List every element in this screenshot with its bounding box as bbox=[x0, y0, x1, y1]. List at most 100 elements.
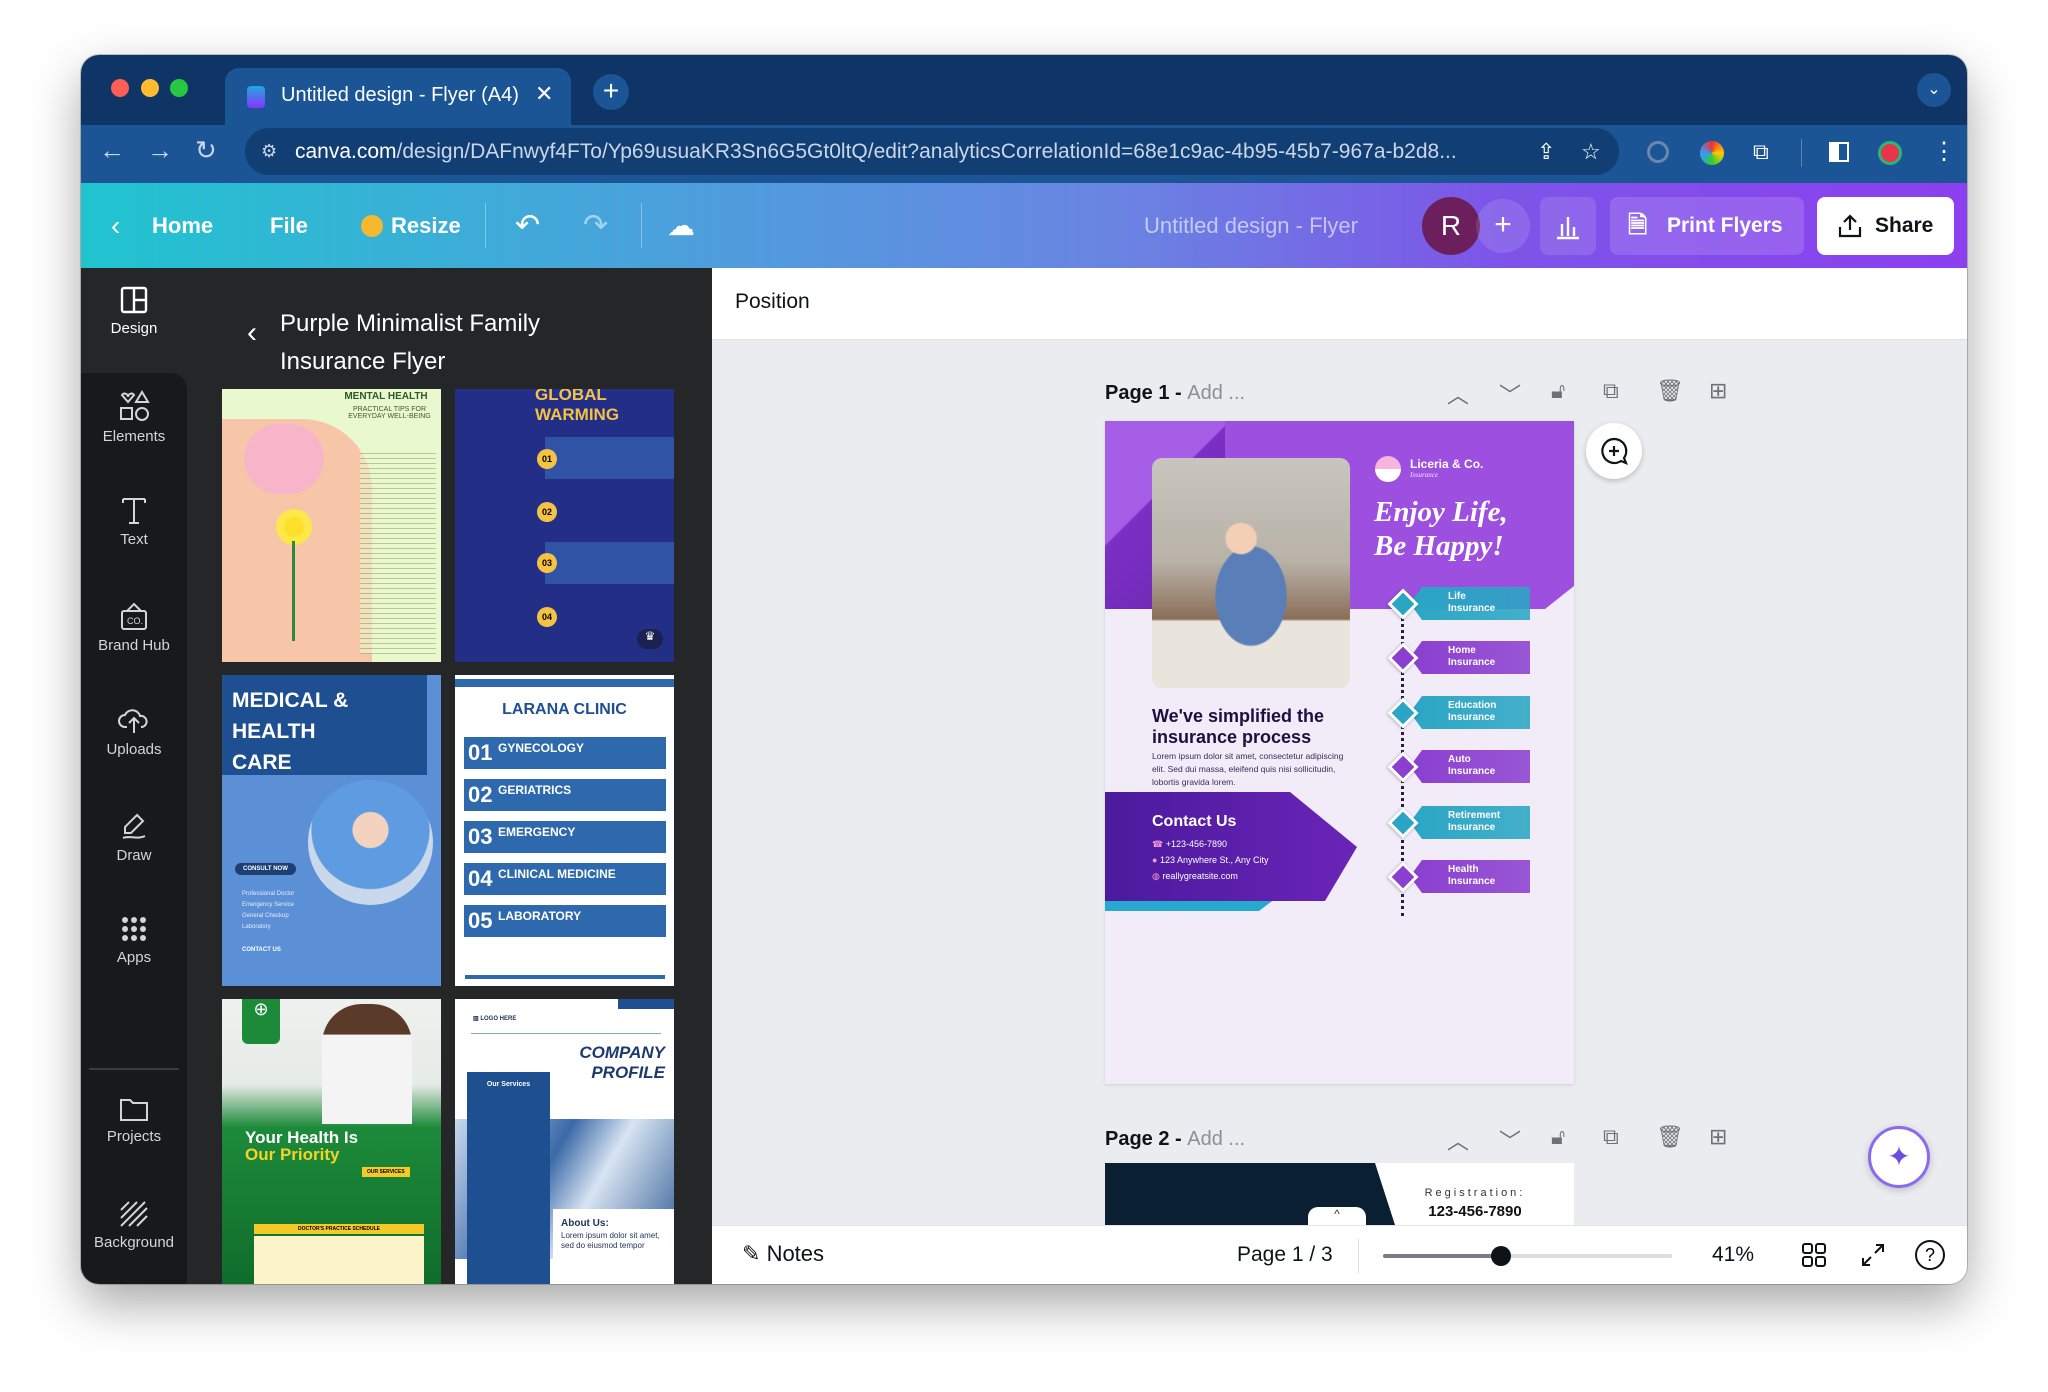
insurance-label: Insurance bbox=[1448, 766, 1496, 777]
lock-page-icon[interactable]: 🔓︎ bbox=[1551, 378, 1565, 404]
user-avatar[interactable]: R bbox=[1422, 197, 1480, 255]
contact-address: 123 Anywhere St., Any City bbox=[1159, 855, 1269, 865]
file-menu-button[interactable]: File bbox=[270, 183, 308, 268]
back-icon[interactable]: ← bbox=[99, 135, 125, 166]
close-tab-icon[interactable]: ✕ bbox=[535, 81, 553, 107]
insurance-item: Education Insurance bbox=[1410, 696, 1530, 729]
move-page-up-icon[interactable]: ︿ bbox=[1447, 1124, 1469, 1156]
insurance-label: Home bbox=[1448, 645, 1476, 656]
rail-item-elements[interactable]: Elements bbox=[81, 372, 187, 472]
fullscreen-icon[interactable] bbox=[1860, 1242, 1886, 1273]
move-page-up-icon[interactable]: ︿ bbox=[1447, 378, 1469, 410]
template-thumbnail-larana-clinic[interactable]: LARANA CLINIC 01 GYNECOLOGY 02 GERIATRICS 03… bbox=[455, 675, 674, 986]
tab-search-chevron-icon[interactable]: ⌄ bbox=[1917, 73, 1951, 107]
back-chevron-icon[interactable]: ‹ bbox=[111, 183, 120, 268]
share-page-icon[interactable]: ⇪ bbox=[1537, 128, 1555, 175]
print-flyers-button[interactable]: 🗎 Print Flyers bbox=[1610, 197, 1804, 255]
rail-item-projects[interactable]: Projects bbox=[81, 1078, 187, 1178]
clinic-row-title: GERIATRICS bbox=[498, 783, 572, 797]
home-button[interactable]: Home bbox=[152, 183, 213, 268]
rail-item-brand-hub[interactable]: CO. Brand Hub bbox=[81, 583, 187, 683]
site-settings-icon[interactable]: ⚙ bbox=[261, 128, 277, 175]
url-bar[interactable]: ⚙ canva.com/design/DAFnwyf4FTo/Yp69usuaK… bbox=[245, 128, 1619, 175]
headline-line: Enjoy Life, bbox=[1374, 496, 1508, 528]
zoom-slider-knob[interactable] bbox=[1491, 1246, 1511, 1266]
expand-pages-handle[interactable]: ^ bbox=[1308, 1207, 1366, 1225]
undo-icon[interactable]: ↶ bbox=[515, 183, 540, 268]
doctor-photo bbox=[322, 1004, 412, 1124]
page-title-input[interactable]: Add ... bbox=[1187, 382, 1245, 404]
duplicate-page-icon[interactable]: ⧉ bbox=[1603, 378, 1619, 404]
template-list: Professional Doctor Emergency Service Gene… bbox=[242, 889, 294, 933]
rail-item-draw[interactable]: Draw bbox=[81, 793, 187, 893]
rail-item-background[interactable]: Background bbox=[81, 1182, 187, 1282]
template-title: Your Health Is Our Priority bbox=[245, 1129, 358, 1163]
profile-avatar[interactable] bbox=[1878, 141, 1902, 165]
delete-page-icon[interactable]: 🗑︎ bbox=[1656, 378, 1684, 404]
duplicate-page-icon[interactable]: ⧉ bbox=[1603, 1124, 1619, 1150]
template-thumbnail-global-warming[interactable]: GLOBAL WARMING 01 02 03 04 ♛ bbox=[455, 389, 674, 662]
services-column: Our Services bbox=[467, 1072, 550, 1284]
url-path: /design/DAFnwyf4FTo/Yp69usuaKR3Sn6G5Gt0l… bbox=[396, 140, 1457, 163]
extension-icon[interactable] bbox=[1647, 141, 1669, 163]
rail-item-design[interactable]: Design bbox=[81, 268, 187, 373]
invite-plus-icon[interactable]: + bbox=[1476, 199, 1530, 253]
phone-icon: ☎ bbox=[1152, 839, 1164, 849]
registration-phone: 123-456-7890 bbox=[1428, 1203, 1522, 1220]
extensions-puzzle-icon[interactable]: ⧉ bbox=[1753, 139, 1769, 165]
add-comment-button[interactable] bbox=[1586, 423, 1642, 479]
browser-tab[interactable]: Untitled design - Flyer (A4) ✕ bbox=[225, 68, 571, 125]
analytics-button[interactable] bbox=[1540, 197, 1596, 255]
template-thumbnail-mental-health[interactable]: MENTAL HEALTH PRACTICAL TIPS FOR EVERYDA… bbox=[222, 389, 441, 662]
delete-page-icon[interactable]: 🗑︎ bbox=[1656, 1124, 1684, 1150]
flyer-page-1[interactable]: Liceria & Co. Insurance Enjoy Life, Be Ha… bbox=[1105, 421, 1574, 1084]
notes-button[interactable]: ✎ Notes bbox=[742, 1241, 824, 1267]
zoom-slider[interactable] bbox=[1383, 1246, 1672, 1266]
list-item: Laboratory bbox=[242, 924, 271, 930]
rail-divider bbox=[89, 1068, 179, 1070]
move-page-down-icon[interactable]: ﹀ bbox=[1499, 378, 1521, 410]
grid-view-icon[interactable] bbox=[1801, 1242, 1827, 1273]
clinic-row-number: 02 bbox=[468, 782, 493, 807]
help-icon[interactable]: ? bbox=[1915, 1240, 1945, 1270]
rail-label: Background bbox=[93, 1234, 175, 1251]
new-tab-button[interactable]: + bbox=[593, 74, 629, 110]
position-button[interactable]: Position bbox=[735, 290, 810, 314]
flyer-subheading: We've simplified the insurance process bbox=[1152, 706, 1324, 748]
bookmark-star-icon[interactable]: ☆ bbox=[1581, 128, 1601, 175]
color-picker-extension-icon[interactable] bbox=[1700, 141, 1724, 165]
rail-item-text[interactable]: Text bbox=[81, 477, 187, 577]
template-thumbnail-medical-health[interactable]: MEDICAL & HEALTH CARE CONSULT NOW Profes… bbox=[222, 675, 441, 986]
add-page-icon[interactable]: ⊞ bbox=[1709, 378, 1727, 404]
panel-back-chevron-icon[interactable]: ‹ bbox=[247, 316, 257, 350]
maximize-window-button[interactable] bbox=[170, 79, 188, 97]
close-window-button[interactable] bbox=[111, 79, 129, 97]
text-icon bbox=[122, 498, 146, 524]
redo-icon[interactable]: ↷ bbox=[583, 183, 608, 268]
share-button[interactable]: Share bbox=[1817, 197, 1954, 255]
move-page-down-icon[interactable]: ﹀ bbox=[1499, 1124, 1521, 1156]
minimize-window-button[interactable] bbox=[141, 79, 159, 97]
clinic-row: 05 LABORATORY bbox=[464, 905, 666, 937]
side-panel-icon[interactable] bbox=[1829, 142, 1849, 162]
forward-icon[interactable]: → bbox=[147, 135, 173, 166]
insurance-label: Life bbox=[1448, 591, 1466, 602]
contact-title: Contact Us bbox=[1152, 813, 1237, 830]
document-title[interactable]: Untitled design - Flyer (A4) bbox=[1121, 183, 1381, 323]
template-thumbnail-health-priority[interactable]: ⊕ Your Health Is Our Priority OUR SERVICE… bbox=[222, 999, 441, 1284]
template-thumbnail-company-profile[interactable]: ▥ LOGO HERE COMPANY PROFILE Our Services … bbox=[455, 999, 674, 1284]
add-page-icon[interactable]: ⊞ bbox=[1709, 1124, 1727, 1150]
zoom-percentage[interactable]: 41% bbox=[1712, 1243, 1754, 1267]
magic-assistant-sparkle-icon[interactable]: ✦ bbox=[1868, 1126, 1930, 1188]
rail-item-uploads[interactable]: Uploads bbox=[81, 687, 187, 787]
browser-menu-icon[interactable]: ⋮ bbox=[1932, 137, 1956, 166]
share-upload-icon bbox=[1838, 214, 1862, 238]
page-indicator[interactable]: Page 1 / 3 bbox=[1237, 1243, 1333, 1267]
reload-icon[interactable]: ↻ bbox=[195, 135, 217, 166]
rail-item-apps[interactable]: Apps bbox=[81, 897, 187, 997]
page-title-input[interactable]: Add ... bbox=[1187, 1128, 1245, 1150]
resize-button[interactable]: Resize bbox=[391, 183, 461, 268]
divider bbox=[471, 1033, 661, 1034]
lock-page-icon[interactable]: 🔓︎ bbox=[1551, 1124, 1565, 1150]
cloud-saved-icon[interactable]: ☁ bbox=[667, 183, 695, 268]
